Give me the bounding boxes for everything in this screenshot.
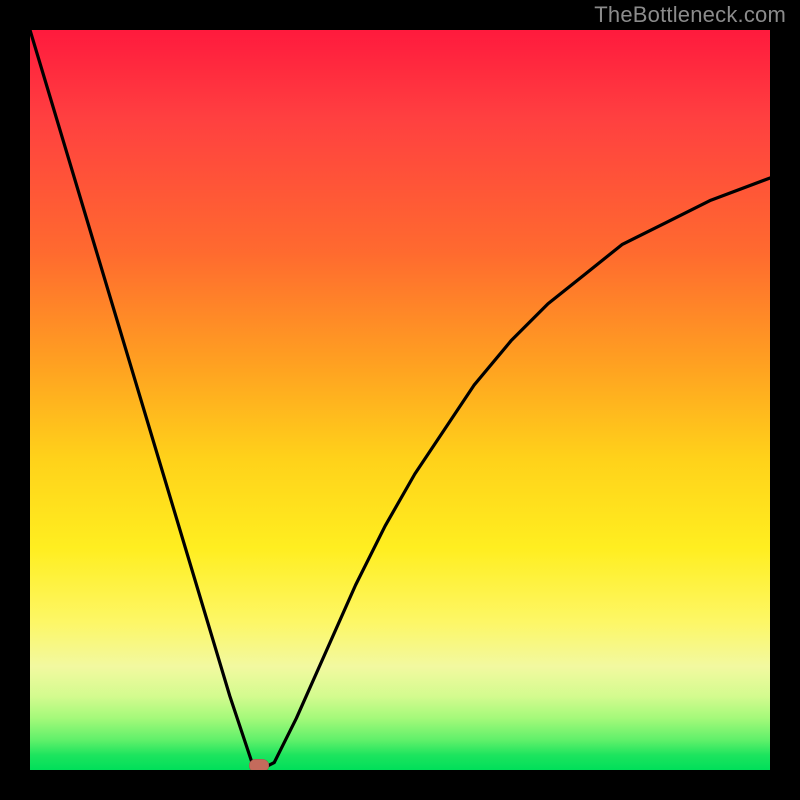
watermark-text: TheBottleneck.com — [594, 2, 786, 28]
bottleneck-curve — [30, 30, 770, 770]
plot-area — [30, 30, 770, 770]
optimal-point-marker — [249, 759, 269, 770]
chart-frame: TheBottleneck.com — [0, 0, 800, 800]
